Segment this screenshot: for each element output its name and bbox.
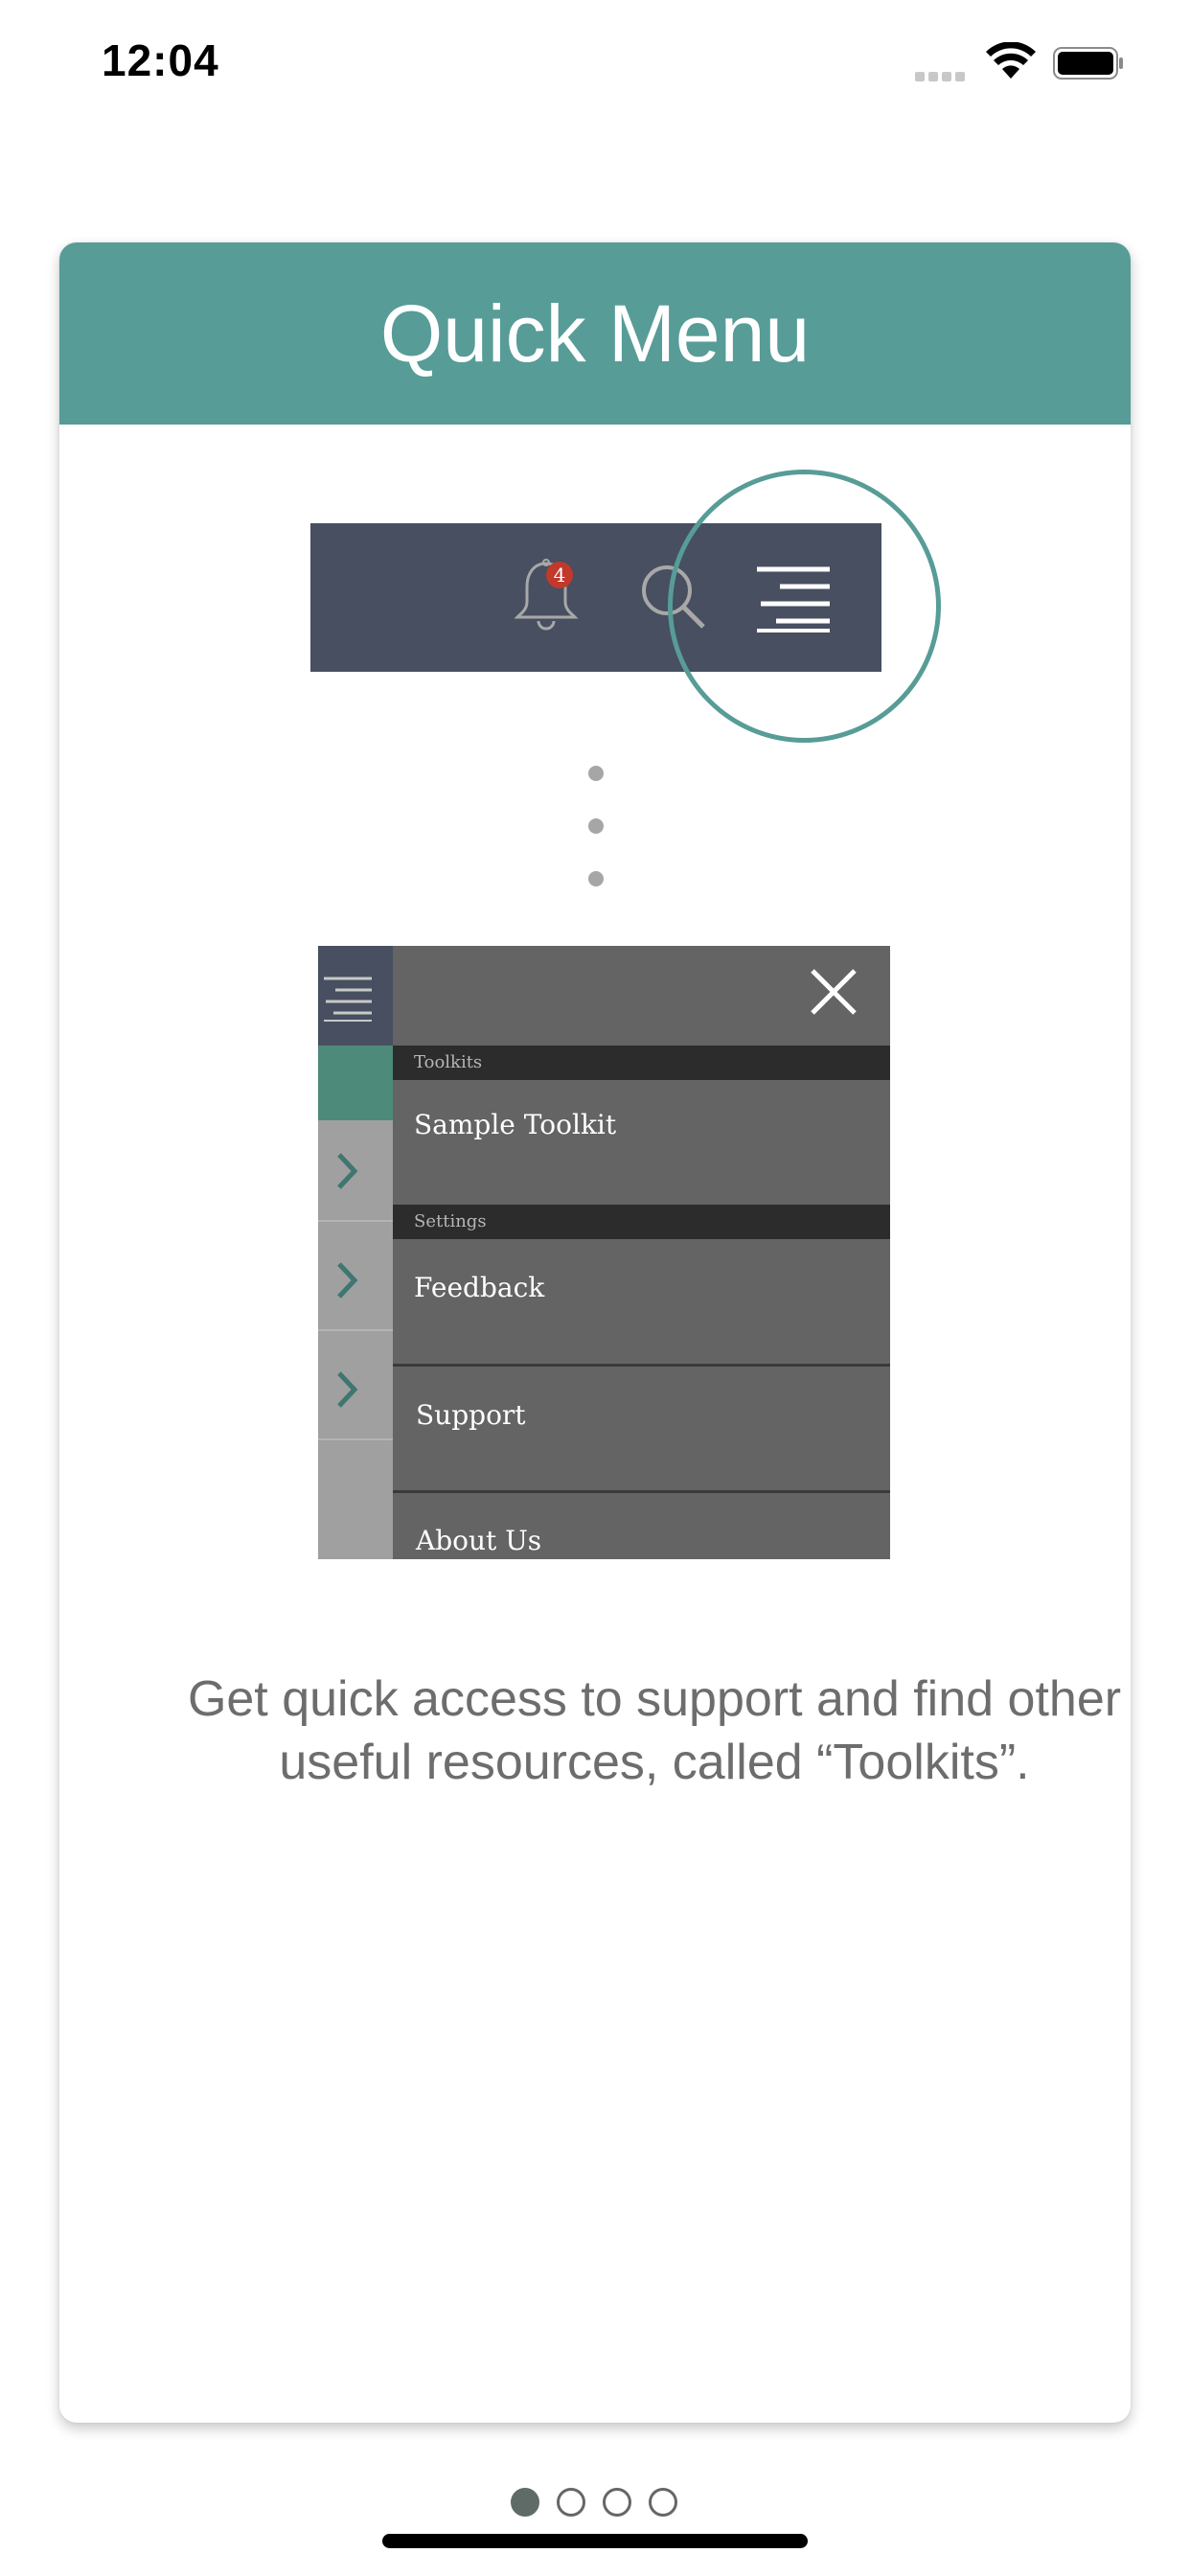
battery-icon [1053,47,1123,80]
status-bar: 12:04 [0,0,1190,134]
close-icon [811,969,857,1015]
chevron-right-icon [337,1262,358,1299]
home-indicator[interactable] [382,2534,808,2548]
item-divider [393,1490,890,1493]
connector-dot [588,871,604,886]
notification-badge: 4 [546,562,573,588]
cellular-signal-icon [915,69,971,81]
rail-divider [318,1329,393,1331]
highlight-circle [668,470,941,743]
menu-icon [324,977,372,1022]
card-header: Quick Menu [59,242,1131,425]
connector-dot [588,818,604,834]
chevron-right-icon [337,1153,358,1189]
onboarding-card: Quick Menu 4 Toolkits Sample Toolkit Set… [59,242,1131,2423]
item-divider [393,1364,890,1367]
page-dot-2[interactable] [557,2488,585,2517]
status-time: 12:04 [102,35,219,85]
page-dot-4[interactable] [649,2488,677,2517]
description-line-2: useful resources, called “Toolkits”. [279,1735,1030,1790]
menu-item-support: Support [416,1399,526,1431]
description-text: Get quick access to support and find oth… [119,1668,1131,1794]
menu-item-about-us: About Us [416,1525,542,1556]
rail-active-item [318,1046,393,1120]
wifi-icon [986,42,1036,79]
menu-item-feedback: Feedback [414,1272,545,1303]
menu-panel-illustration: Toolkits Sample Toolkit Settings Feedbac… [318,946,890,1559]
section-header-settings: Settings [393,1205,890,1239]
menu-item-sample-toolkit: Sample Toolkit [414,1109,617,1140]
connector-dot [588,766,604,781]
section-header-toolkits: Toolkits [393,1046,890,1080]
rail-divider [318,1438,393,1440]
page-indicator [511,2488,683,2518]
page-dot-3[interactable] [603,2488,631,2517]
chevron-right-icon [337,1371,358,1408]
rail-divider [318,1220,393,1222]
page-dot-1[interactable] [511,2488,539,2517]
card-title: Quick Menu [379,288,811,379]
description-line-1: Get quick access to support and find oth… [187,1671,1122,1727]
